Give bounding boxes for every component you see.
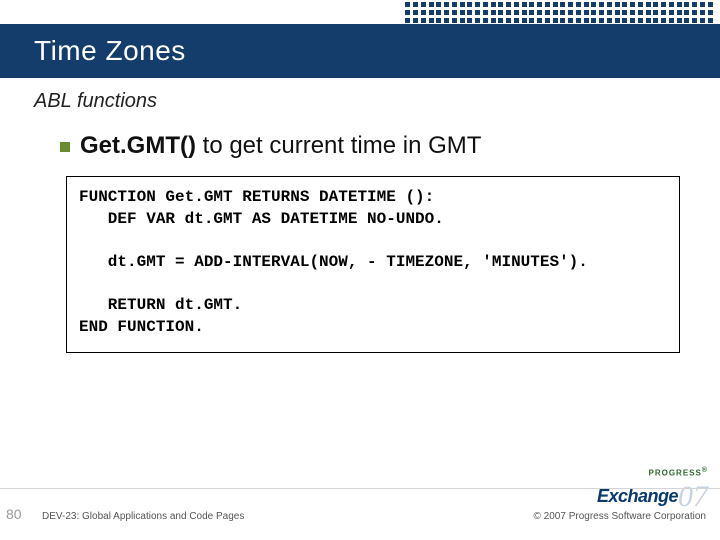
- bullet-text: Get.GMT() to get current time in GMT: [80, 132, 481, 160]
- bullet-item: Get.GMT() to get current time in GMT: [60, 132, 680, 160]
- page-number: 80: [6, 506, 22, 522]
- title-bar: Time Zones: [0, 24, 720, 78]
- slide-title: Time Zones: [34, 35, 186, 67]
- footer: 80 DEV-23: Global Applications and Code …: [0, 488, 720, 540]
- registered-icon: ®: [702, 467, 708, 474]
- decorative-dots: [404, 0, 714, 24]
- slide: Time Zones ABL functions Get.GMT() to ge…: [0, 0, 720, 540]
- bullet-square-icon: [60, 142, 70, 152]
- footer-left-text: DEV-23: Global Applications and Code Pag…: [42, 511, 244, 522]
- code-block: FUNCTION Get.GMT RETURNS DATETIME (): DE…: [66, 176, 680, 353]
- footer-copyright: © 2007 Progress Software Corporation: [534, 511, 706, 522]
- bullet-rest: to get current time in GMT: [196, 132, 481, 159]
- logo-progress-text: PROGRESS®: [597, 467, 708, 478]
- subtitle: ABL functions: [34, 90, 157, 113]
- bullet-strong: Get.GMT(): [80, 132, 196, 159]
